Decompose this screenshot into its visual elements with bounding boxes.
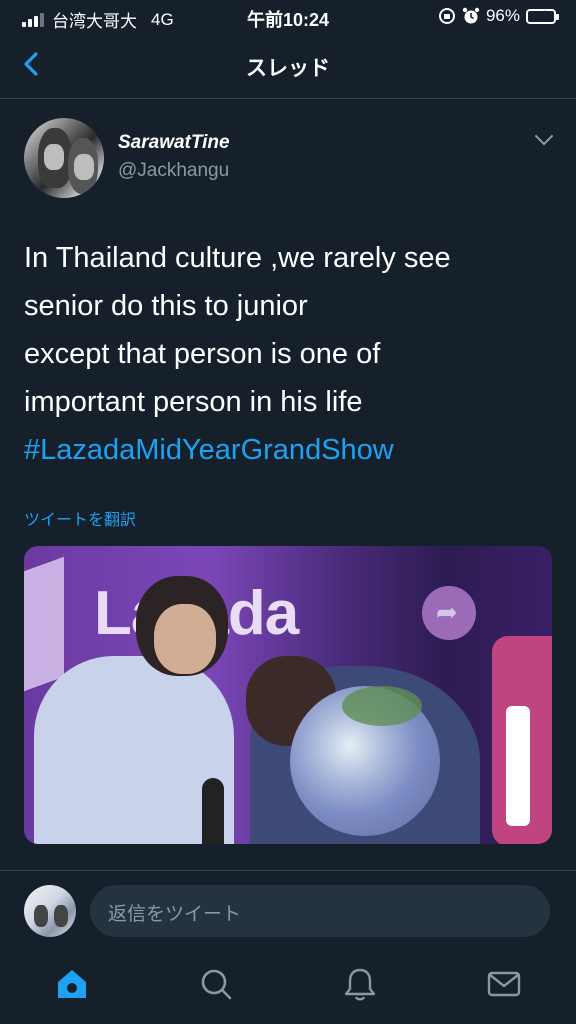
status-bar: 台湾大哥大 4G 午前10:24 96% ⚡ xyxy=(0,0,576,34)
chevron-down-icon[interactable] xyxy=(534,134,554,146)
alarm-icon xyxy=(462,7,480,24)
reply-input[interactable]: 返信をツイート xyxy=(90,885,550,937)
battery-percent: 96% xyxy=(485,6,520,25)
author-avatar[interactable] xyxy=(24,118,104,198)
tab-bar xyxy=(0,950,576,1024)
author-handle[interactable]: @Jackhangu xyxy=(118,160,229,182)
background-share-icon: ➦ xyxy=(422,586,476,640)
author-display-name[interactable]: SarawatTine xyxy=(118,132,230,154)
notifications-icon[interactable] xyxy=(340,964,380,1004)
logo-shape xyxy=(24,556,64,692)
tweet-text-line: In Thailand culture ,we rarely see xyxy=(24,242,451,274)
tweet-text-line: senior do this to junior xyxy=(24,290,308,322)
reply-bar: 返信をツイート xyxy=(0,870,576,951)
home-icon[interactable] xyxy=(52,964,92,1004)
background-panel xyxy=(492,636,552,844)
orientation-lock-icon xyxy=(438,8,455,24)
hashtag-link[interactable]: #LazadaMidYearGrandShow xyxy=(24,426,554,474)
page-title: スレッド xyxy=(246,57,330,80)
status-right: 96% ⚡ xyxy=(438,6,559,26)
charging-bolt-icon: ⚡ xyxy=(538,7,547,22)
tweet-text: In Thailand culture ,we rarely see senio… xyxy=(24,234,554,474)
messages-icon[interactable] xyxy=(484,964,524,1004)
tweet-media-image[interactable]: Lazada ➦ xyxy=(24,546,552,844)
header: スレッド xyxy=(0,34,576,99)
tweet-text-line: important person in his life xyxy=(24,386,363,418)
tweet-text-line: except that person is one of xyxy=(24,338,381,370)
person-left-face xyxy=(154,604,216,674)
search-icon[interactable] xyxy=(196,964,236,1004)
user-avatar[interactable] xyxy=(24,885,76,937)
bouquet-leaves xyxy=(342,686,422,726)
battery-icon: ⚡ xyxy=(526,7,559,24)
translate-tweet-link[interactable]: ツイートを翻訳 xyxy=(24,506,136,530)
microphone xyxy=(202,778,224,844)
